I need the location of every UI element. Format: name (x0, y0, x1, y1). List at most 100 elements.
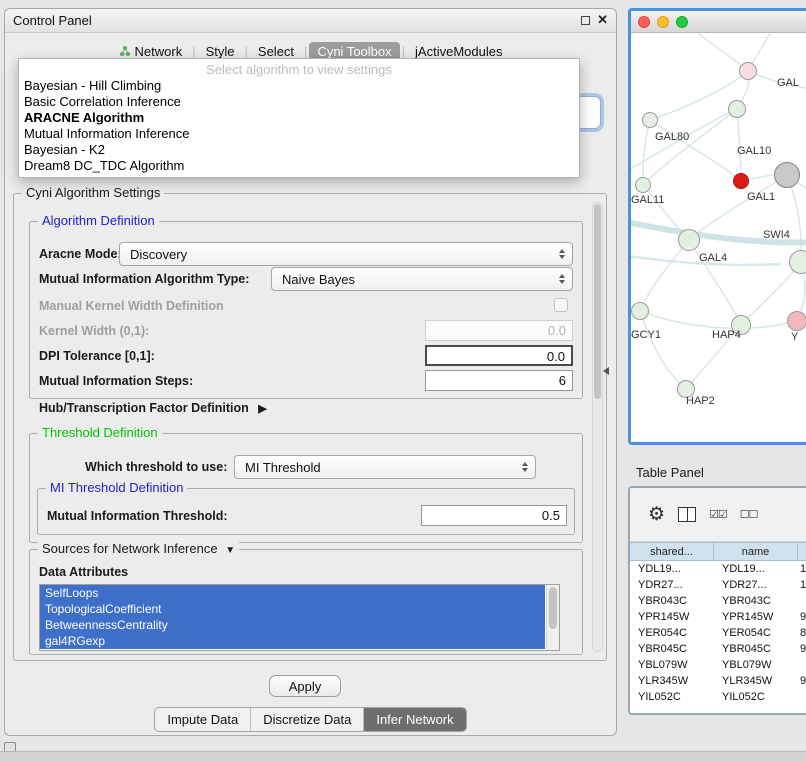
algorithm-option[interactable]: Bayesian - K2 (19, 142, 579, 158)
node-label: GAL11 (631, 194, 664, 206)
node-label: GAL10 (737, 145, 771, 157)
network-node[interactable] (774, 162, 800, 188)
dpi-tolerance-label: DPI Tolerance [0,1]: (39, 349, 155, 363)
attribute-item[interactable]: TopologicalCoefficient (40, 601, 545, 617)
network-node[interactable] (642, 112, 658, 128)
attribute-item[interactable]: gal4RGexp (40, 633, 545, 649)
network-node[interactable] (728, 100, 746, 118)
network-canvas[interactable]: GAL GAL80 GAL10 GAL11 GAL1 SWI4 GAL4 GCY… (631, 33, 806, 442)
float-window-icon[interactable] (581, 16, 590, 25)
cell-shared: YDL19... (630, 563, 714, 575)
network-node[interactable] (733, 173, 749, 189)
network-node[interactable] (635, 177, 651, 193)
control-panel-titlebar[interactable]: Control Panel ✕ (5, 9, 616, 33)
cell-shared: YBR045C (630, 643, 714, 655)
network-icon (119, 45, 131, 57)
cell-shared: YER054C (630, 627, 714, 639)
settings-scrollbar-thumb[interactable] (594, 204, 601, 399)
aracne-mode-value: Discovery (130, 247, 187, 262)
combo-arrows-icon (522, 462, 528, 472)
combo-arrows-icon (559, 274, 565, 284)
tab-select-label: Select (258, 44, 294, 59)
column-header-shared[interactable]: shared... (630, 543, 714, 560)
cell-value: 9. (798, 643, 806, 655)
select-all-columns-icon[interactable]: ☑☑ (709, 508, 727, 521)
table-row[interactable]: YBL079W YBL079W (630, 657, 806, 673)
cell-name: YLR345W (714, 675, 798, 687)
settings-scrollbar[interactable] (592, 202, 603, 652)
cell-name: YBL079W (714, 659, 798, 671)
table-row[interactable]: YDL19... YDL19... 13 (630, 561, 806, 577)
zoom-traffic-light[interactable] (676, 16, 688, 28)
table-row[interactable]: YDR27... YDR27... 12 (630, 577, 806, 593)
deselect-all-columns-icon[interactable]: ☐☐ (740, 508, 758, 521)
table-header: shared... name (630, 542, 806, 561)
cell-shared: YDR27... (630, 579, 714, 591)
cyni-bottom-tabs: Impute Data Discretize Data Infer Networ… (154, 707, 466, 732)
data-attributes-list[interactable]: SelfLoops TopologicalCoefficient Between… (39, 584, 560, 651)
column-header-name[interactable]: name (714, 543, 798, 560)
table-row[interactable]: YBR045C YBR045C 9. (630, 641, 806, 657)
table-body: YDL19... YDL19... 13 YDR27... YDR27... 1… (630, 561, 806, 713)
mi-threshold-label: Mutual Information Threshold: (47, 509, 228, 523)
tab-separator: | (192, 44, 195, 59)
node-label: GAL4 (699, 252, 727, 264)
algorithm-option[interactable]: Basic Correlation Inference (19, 94, 579, 110)
network-node[interactable] (739, 62, 757, 80)
cell-value: 9. (798, 611, 806, 623)
cell-value: 9. (798, 675, 806, 687)
algorithm-option[interactable]: Mutual Information Inference (19, 126, 579, 142)
manual-kernel-checkbox[interactable] (554, 298, 568, 312)
table-row[interactable]: YIL052C YIL052C (630, 689, 806, 705)
cell-shared: YIL052C (630, 691, 714, 703)
splitter-collapse-icon[interactable] (603, 367, 609, 375)
attribute-item[interactable]: SelfLoops (40, 585, 545, 601)
which-threshold-select[interactable]: MI Threshold (234, 455, 536, 479)
gear-icon[interactable]: ⚙ (648, 505, 665, 524)
network-node[interactable] (787, 311, 806, 331)
attribute-list-scrollbar[interactable] (546, 585, 559, 650)
node-label: GAL80 (655, 131, 689, 143)
aracne-mode-select[interactable]: Discovery (119, 242, 573, 266)
bottom-status-bar (0, 751, 806, 762)
kernel-width-field[interactable]: 0.0 (425, 320, 573, 341)
network-node[interactable] (678, 229, 700, 251)
close-icon[interactable]: ✕ (597, 12, 608, 28)
apply-button[interactable]: Apply (269, 675, 341, 697)
network-node[interactable] (631, 302, 649, 320)
hub-section-toggle[interactable]: Hub/Transcription Factor Definition ▶ (39, 401, 267, 415)
tab-impute-data[interactable]: Impute Data (155, 708, 251, 731)
table-row[interactable]: YBR043C YBR043C (630, 593, 806, 609)
table-row[interactable]: YER054C YER054C 8. (630, 625, 806, 641)
network-view-window: GAL GAL80 GAL10 GAL11 GAL1 SWI4 GAL4 GCY… (628, 8, 806, 445)
attribute-item[interactable]: BetweennessCentrality (40, 617, 545, 633)
mi-steps-field[interactable]: 6 (425, 370, 573, 391)
cell-value: 12 (798, 579, 806, 591)
sources-group-toggle[interactable]: Sources for Network Inference ▼ (38, 541, 239, 556)
node-label: GAL1 (747, 191, 775, 203)
network-window-titlebar[interactable] (631, 11, 806, 33)
mi-type-label: Mutual Information Algorithm Type: (39, 272, 249, 286)
cell-name: YDL19... (714, 563, 798, 575)
minimize-traffic-light[interactable] (657, 16, 669, 28)
table-row[interactable]: YLR345W YLR345W 9. (630, 673, 806, 689)
network-node[interactable] (789, 250, 806, 274)
close-traffic-light[interactable] (638, 16, 650, 28)
columns-icon[interactable] (678, 507, 696, 522)
data-attributes-label: Data Attributes (39, 565, 128, 579)
table-row[interactable]: YPR145W YPR145W 9. (630, 609, 806, 625)
tab-discretize-data[interactable]: Discretize Data (251, 708, 364, 731)
table-panel-title: Table Panel (636, 465, 704, 480)
algorithm-option-selected[interactable]: ARACNE Algorithm (19, 110, 579, 126)
algorithm-option[interactable]: Bayesian - Hill Climbing (19, 78, 579, 94)
mi-threshold-field[interactable]: 0.5 (421, 505, 567, 526)
tab-infer-network[interactable]: Infer Network (364, 708, 465, 731)
column-header-extra[interactable] (798, 543, 806, 560)
mi-type-select[interactable]: Naive Bayes (271, 267, 573, 291)
node-label: GCY1 (631, 329, 661, 341)
attribute-list-scrollbar-thumb[interactable] (549, 587, 557, 629)
dpi-tolerance-field[interactable]: 0.0 (425, 345, 573, 366)
tab-separator: | (245, 44, 248, 59)
algorithm-option[interactable]: Dream8 DC_TDC Algorithm (19, 158, 579, 174)
cell-name: YPR145W (714, 611, 798, 623)
